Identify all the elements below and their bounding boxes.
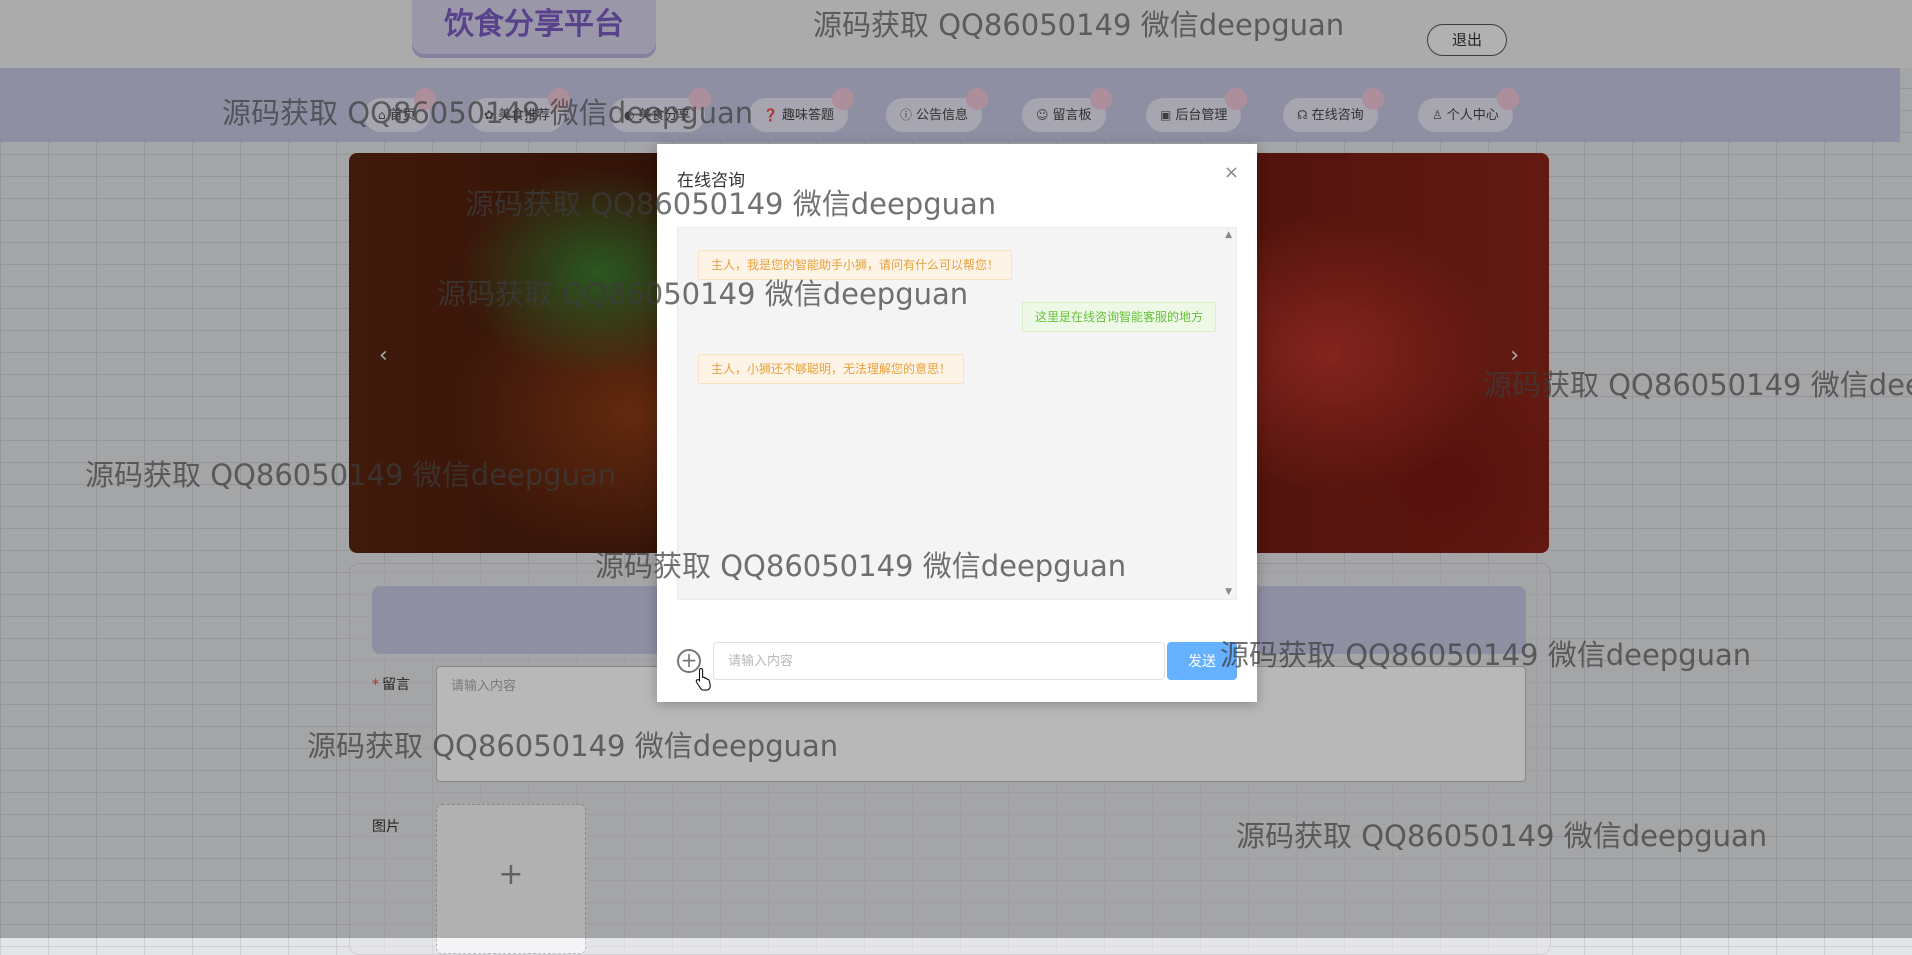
chat-message-user: 这里是在线咨询智能客服的地方 (1021, 302, 1216, 332)
scroll-down-arrow-icon[interactable]: ▼ (1225, 587, 1232, 597)
send-button[interactable]: 发送 (1167, 642, 1237, 680)
scroll-up-arrow-icon[interactable]: ▲ (1225, 230, 1232, 240)
dialog-title: 在线咨询 (677, 171, 745, 191)
chat-input[interactable] (713, 642, 1165, 680)
chat-history[interactable]: 主人，我是您的智能助手小狮，请问有什么可以帮您！ 这里是在线咨询智能客服的地方 … (677, 227, 1237, 600)
chat-message-bot: 主人，小狮还不够聪明，无法理解您的意思！ (698, 354, 965, 384)
online-consult-dialog: 在线咨询 × 主人，我是您的智能助手小狮，请问有什么可以帮您！ 这里是在线咨询智… (657, 144, 1257, 702)
close-icon[interactable]: × (1224, 162, 1239, 183)
hand-cursor-icon (695, 667, 711, 691)
chat-message-bot: 主人，我是您的智能助手小狮，请问有什么可以帮您！ (698, 250, 1013, 280)
